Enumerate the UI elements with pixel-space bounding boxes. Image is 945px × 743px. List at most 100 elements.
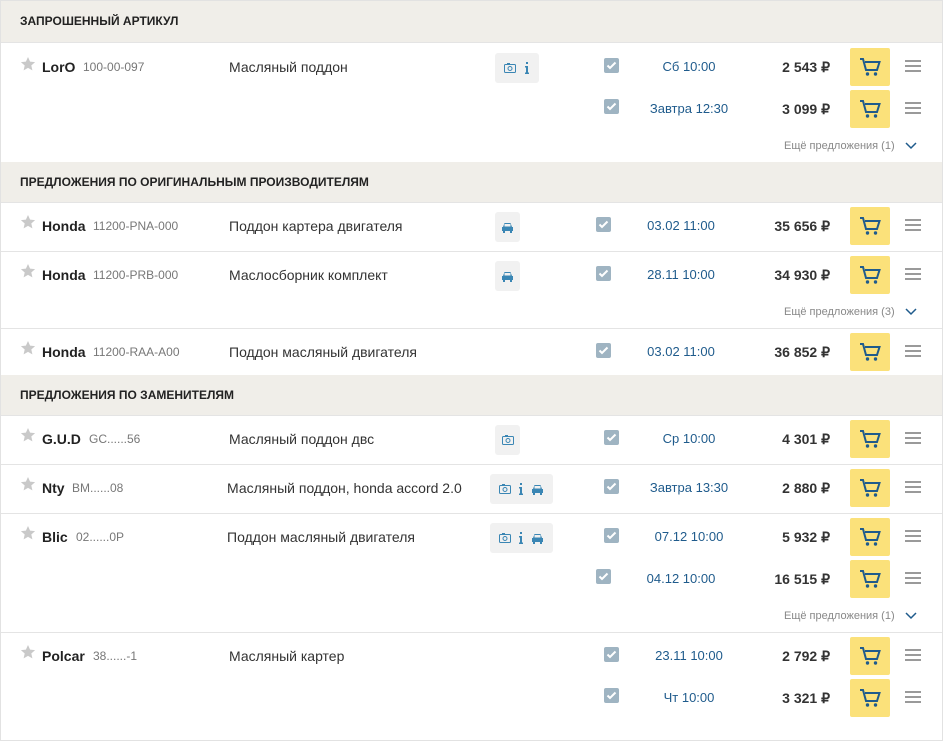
- car-icon[interactable]: [531, 484, 544, 495]
- section-header-substitutes: ПРЕДЛОЖЕНИЯ ПО ЗАМЕНИТЕЛЯМ: [1, 375, 942, 415]
- offer-checkbox[interactable]: [604, 528, 619, 543]
- article-code[interactable]: GC......56: [89, 432, 140, 446]
- offer-menu-icon[interactable]: [905, 572, 921, 586]
- favorite-star-icon[interactable]: [20, 263, 36, 279]
- add-to-cart-button[interactable]: [850, 420, 890, 458]
- favorite-star-icon[interactable]: [20, 214, 36, 230]
- car-icon[interactable]: [501, 271, 514, 282]
- offer-checkbox[interactable]: [604, 58, 619, 73]
- delivery-date: Ср 10:00: [662, 431, 716, 446]
- more-offers-link[interactable]: Ещё предложения (1): [784, 610, 917, 622]
- offer-checkbox[interactable]: [604, 479, 619, 494]
- offer-price: 3 321 ₽: [782, 690, 830, 706]
- offer-price: 36 852 ₽: [774, 344, 830, 360]
- offer-menu-icon[interactable]: [905, 268, 921, 282]
- favorite-star-icon[interactable]: [20, 644, 36, 660]
- chevron-down-icon: [905, 308, 917, 316]
- favorite-star-icon[interactable]: [20, 525, 36, 541]
- offer-checkbox[interactable]: [604, 430, 619, 445]
- offer-checkbox[interactable]: [604, 688, 619, 703]
- info-icon[interactable]: [524, 62, 530, 74]
- offer-checkbox[interactable]: [596, 343, 611, 358]
- chevron-down-icon: [905, 142, 917, 150]
- brand-name[interactable]: Honda: [42, 218, 86, 234]
- offer-menu-icon[interactable]: [905, 649, 921, 663]
- delivery-date: 03.02 11:00: [647, 218, 715, 233]
- delivery-date: 03.02 11:00: [647, 344, 715, 359]
- offer-checkbox[interactable]: [596, 217, 611, 232]
- cart-icon: [860, 479, 881, 497]
- car-icon[interactable]: [501, 222, 514, 233]
- offer-checkbox[interactable]: [604, 99, 619, 114]
- brand-name[interactable]: Honda: [42, 344, 86, 360]
- offer-price: 5 932 ₽: [782, 529, 830, 545]
- offer-price: 2 792 ₽: [782, 648, 830, 664]
- article-code[interactable]: 100-00-097: [83, 60, 144, 74]
- offer-checkbox[interactable]: [596, 569, 611, 584]
- offer-menu-icon[interactable]: [905, 481, 921, 495]
- cart-icon: [860, 343, 881, 361]
- brand-name[interactable]: Honda: [42, 267, 86, 283]
- add-to-cart-button[interactable]: [850, 469, 890, 507]
- product-icons: [495, 261, 520, 291]
- add-to-cart-button[interactable]: [850, 256, 890, 294]
- delivery-date: Чт 10:00: [663, 690, 715, 705]
- offer-checkbox[interactable]: [604, 647, 619, 662]
- brand-name[interactable]: Nty: [42, 480, 65, 496]
- photo-icon[interactable]: [501, 435, 514, 445]
- favorite-star-icon[interactable]: [20, 427, 36, 443]
- product-description: Поддон масляный двигателя: [229, 344, 417, 360]
- offer-checkbox[interactable]: [596, 266, 611, 281]
- product-description: Масляный поддон: [229, 59, 348, 75]
- favorite-star-icon[interactable]: [20, 56, 36, 72]
- add-to-cart-button[interactable]: [850, 207, 890, 245]
- add-to-cart-button[interactable]: [850, 48, 890, 86]
- section-header-original: ПРЕДЛОЖЕНИЯ ПО ОРИГИНАЛЬНЫМ ПРОИЗВОДИТЕЛ…: [1, 162, 942, 202]
- offer-menu-icon[interactable]: [905, 102, 921, 116]
- add-to-cart-button[interactable]: [850, 679, 890, 717]
- info-icon[interactable]: [518, 532, 524, 544]
- add-to-cart-button[interactable]: [850, 637, 890, 675]
- offer-price: 2 880 ₽: [782, 480, 830, 496]
- more-offers-link[interactable]: Ещё предложения (3): [784, 306, 917, 318]
- add-to-cart-button[interactable]: [850, 518, 890, 556]
- offer-menu-icon[interactable]: [905, 345, 921, 359]
- offer-price: 35 656 ₽: [774, 218, 830, 234]
- photo-icon[interactable]: [498, 533, 511, 543]
- delivery-date: 07.12 10:00: [654, 529, 724, 544]
- offer-price: 16 515 ₽: [774, 571, 830, 587]
- offer-menu-icon[interactable]: [905, 60, 921, 74]
- photo-icon[interactable]: [498, 484, 511, 494]
- article-code[interactable]: 38......-1: [93, 649, 137, 663]
- photo-icon[interactable]: [504, 63, 516, 73]
- more-offers-link[interactable]: Ещё предложения (1): [784, 140, 917, 152]
- article-code[interactable]: 02......0P: [76, 530, 124, 544]
- section-header-requested: ЗАПРОШЕННЫЙ АРТИКУЛ: [1, 1, 942, 42]
- brand-name[interactable]: Blic: [42, 529, 68, 545]
- article-code[interactable]: BM......08: [72, 481, 123, 495]
- product-description: Масляный поддон, honda accord 2.0: [227, 480, 462, 496]
- offer-menu-icon[interactable]: [905, 432, 921, 446]
- cart-icon: [860, 100, 881, 118]
- info-icon[interactable]: [518, 483, 524, 495]
- offer-menu-icon[interactable]: [905, 691, 921, 705]
- car-icon[interactable]: [531, 533, 544, 544]
- delivery-date: Сб 10:00: [662, 59, 716, 74]
- favorite-star-icon[interactable]: [20, 340, 36, 356]
- delivery-date: Завтра 13:30: [649, 480, 729, 495]
- add-to-cart-button[interactable]: [850, 333, 890, 371]
- offer-menu-icon[interactable]: [905, 530, 921, 544]
- add-to-cart-button[interactable]: [850, 560, 890, 598]
- article-code[interactable]: 11200-PRB-000: [93, 268, 178, 282]
- article-code[interactable]: 11200-RAA-A00: [93, 345, 180, 359]
- favorite-star-icon[interactable]: [20, 476, 36, 492]
- brand-name[interactable]: G.U.D: [42, 431, 81, 447]
- product-icons: [495, 212, 520, 242]
- brand-name[interactable]: LorO: [42, 59, 75, 75]
- brand-name[interactable]: Polcar: [42, 648, 85, 664]
- delivery-date: 04.12 10:00: [646, 571, 716, 586]
- article-code[interactable]: 11200-PNA-000: [93, 219, 178, 233]
- add-to-cart-button[interactable]: [850, 90, 890, 128]
- delivery-date: 28.11 10:00: [647, 267, 715, 282]
- offer-menu-icon[interactable]: [905, 219, 921, 233]
